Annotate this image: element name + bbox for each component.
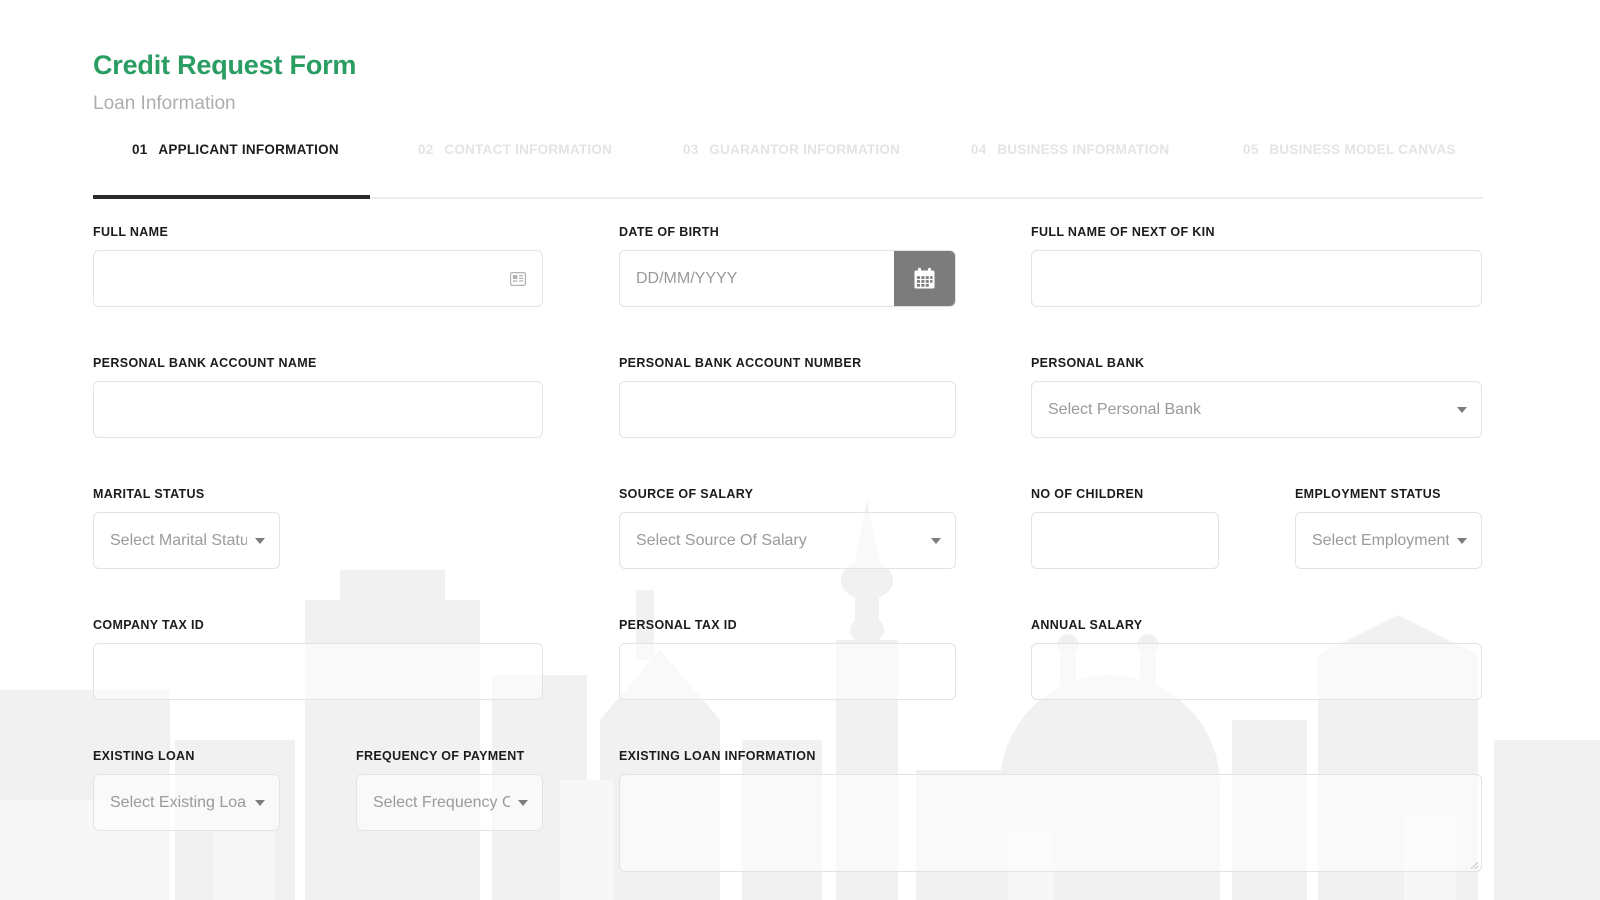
page-header: Credit Request Form Loan Information [93,48,356,116]
field-label: PERSONAL BANK ACCOUNT NAME [93,356,317,370]
full-name-next-of-kin-input[interactable] [1031,250,1482,307]
marital-status-value: Select Marital Status [110,531,247,549]
field-label: FULL NAME OF NEXT OF KIN [1031,225,1215,239]
credit-request-form-page: Credit Request Form Loan Information 01 … [0,0,1600,900]
personal-tax-id-input[interactable] [619,643,956,700]
field-annual-salary: ANNUAL SALARY [1031,618,1482,700]
marital-status-select[interactable]: Select Marital Status [93,512,280,569]
chevron-down-icon [255,799,265,806]
id-card-icon [510,271,526,286]
field-label: FREQUENCY OF PAYMENT [356,749,525,763]
step-label: BUSINESS MODEL CANVAS [1269,142,1456,157]
field-personal-tax-id: PERSONAL TAX ID [619,618,956,700]
chevron-down-icon [255,537,265,544]
field-company-tax-id: COMPANY TAX ID [93,618,543,700]
employment-status-value: Select Employment Status [1312,531,1449,549]
personal-bank-account-name-input[interactable] [93,381,543,438]
step-number: 01 [132,142,148,157]
field-label: EXISTING LOAN [93,749,195,763]
chevron-down-icon [518,799,528,806]
field-date-of-birth: DATE OF BIRTH DD/MM/YYYY [619,225,956,307]
field-label: PERSONAL BANK [1031,356,1145,370]
field-label: EXISTING LOAN INFORMATION [619,749,816,763]
field-label: SOURCE OF SALARY [619,487,754,501]
field-source-of-salary: SOURCE OF SALARY Select Source Of Salary [619,487,956,569]
step-label: APPLICANT INFORMATION [158,142,339,157]
field-existing-loan-information: EXISTING LOAN INFORMATION [619,749,1482,872]
field-label: DATE OF BIRTH [619,225,720,239]
date-of-birth-input[interactable]: DD/MM/YYYY [620,269,894,289]
form-stepper: 01 APPLICANT INFORMATION 02 CONTACT INFO… [93,142,1483,200]
field-marital-status: MARITAL STATUS Select Marital Status [93,487,280,569]
step-tab-business-model-canvas[interactable]: 05 BUSINESS MODEL CANVAS [1243,142,1456,157]
page-subtitle: Loan Information [93,93,236,114]
step-number: 04 [971,142,987,157]
page-title: Credit Request Form [93,50,357,80]
annual-salary-input[interactable] [1031,643,1482,700]
chevron-down-icon [1457,406,1467,413]
step-tab-business-information[interactable]: 04 BUSINESS INFORMATION [971,142,1169,157]
field-full-name-next-of-kin: FULL NAME OF NEXT OF KIN [1031,225,1482,307]
field-label: EMPLOYMENT STATUS [1295,487,1441,501]
field-label: COMPANY TAX ID [93,618,205,632]
step-label: GUARANTOR INFORMATION [709,142,901,157]
frequency-of-payment-value: Select Frequency Of Payment [373,793,510,811]
textarea-resize-handle[interactable] [1467,857,1479,870]
date-of-birth-control[interactable]: DD/MM/YYYY [619,250,956,307]
personal-bank-account-number-input[interactable] [619,381,956,438]
field-label: PERSONAL BANK ACCOUNT NUMBER [619,356,862,370]
field-label: MARITAL STATUS [93,487,205,501]
step-number: 02 [418,142,434,157]
field-personal-bank-account-number: PERSONAL BANK ACCOUNT NUMBER [619,356,956,438]
field-personal-bank-account-name: PERSONAL BANK ACCOUNT NAME [93,356,543,438]
step-number: 05 [1243,142,1259,157]
full-name-input[interactable] [93,250,543,307]
step-number: 03 [683,142,699,157]
stepper-progress-bar [93,195,370,199]
chevron-down-icon [931,537,941,544]
step-label: BUSINESS INFORMATION [997,142,1170,157]
field-personal-bank: PERSONAL BANK Select Personal Bank [1031,356,1482,438]
field-label: FULL NAME [93,225,169,239]
no-of-children-input[interactable] [1031,512,1219,569]
field-existing-loan: EXISTING LOAN Select Existing Loan [93,749,280,831]
field-label: PERSONAL TAX ID [619,618,737,632]
field-frequency-of-payment: FREQUENCY OF PAYMENT Select Frequency Of… [356,749,543,831]
company-tax-id-input[interactable] [93,643,543,700]
step-tab-applicant-information[interactable]: 01 APPLICANT INFORMATION [132,142,339,157]
personal-bank-select[interactable]: Select Personal Bank [1031,381,1482,438]
step-tab-guarantor-information[interactable]: 03 GUARANTOR INFORMATION [683,142,900,157]
source-of-salary-value: Select Source Of Salary [636,531,807,549]
field-no-of-children: NO OF CHILDREN [1031,487,1219,569]
field-full-name: FULL NAME [93,225,543,307]
field-employment-status: EMPLOYMENT STATUS Select Employment Stat… [1295,487,1482,569]
field-label: ANNUAL SALARY [1031,618,1143,632]
existing-loan-value: Select Existing Loan [110,793,247,811]
existing-loan-select[interactable]: Select Existing Loan [93,774,280,831]
field-label: NO OF CHILDREN [1031,487,1144,501]
calendar-picker-button[interactable] [894,251,955,306]
employment-status-select[interactable]: Select Employment Status [1295,512,1482,569]
existing-loan-information-textarea[interactable] [619,774,1482,872]
frequency-of-payment-select[interactable]: Select Frequency Of Payment [356,774,543,831]
source-of-salary-select[interactable]: Select Source Of Salary [619,512,956,569]
step-tab-contact-information[interactable]: 02 CONTACT INFORMATION [418,142,612,157]
chevron-down-icon [1457,537,1467,544]
personal-bank-value: Select Personal Bank [1048,400,1201,418]
step-label: CONTACT INFORMATION [444,142,613,157]
